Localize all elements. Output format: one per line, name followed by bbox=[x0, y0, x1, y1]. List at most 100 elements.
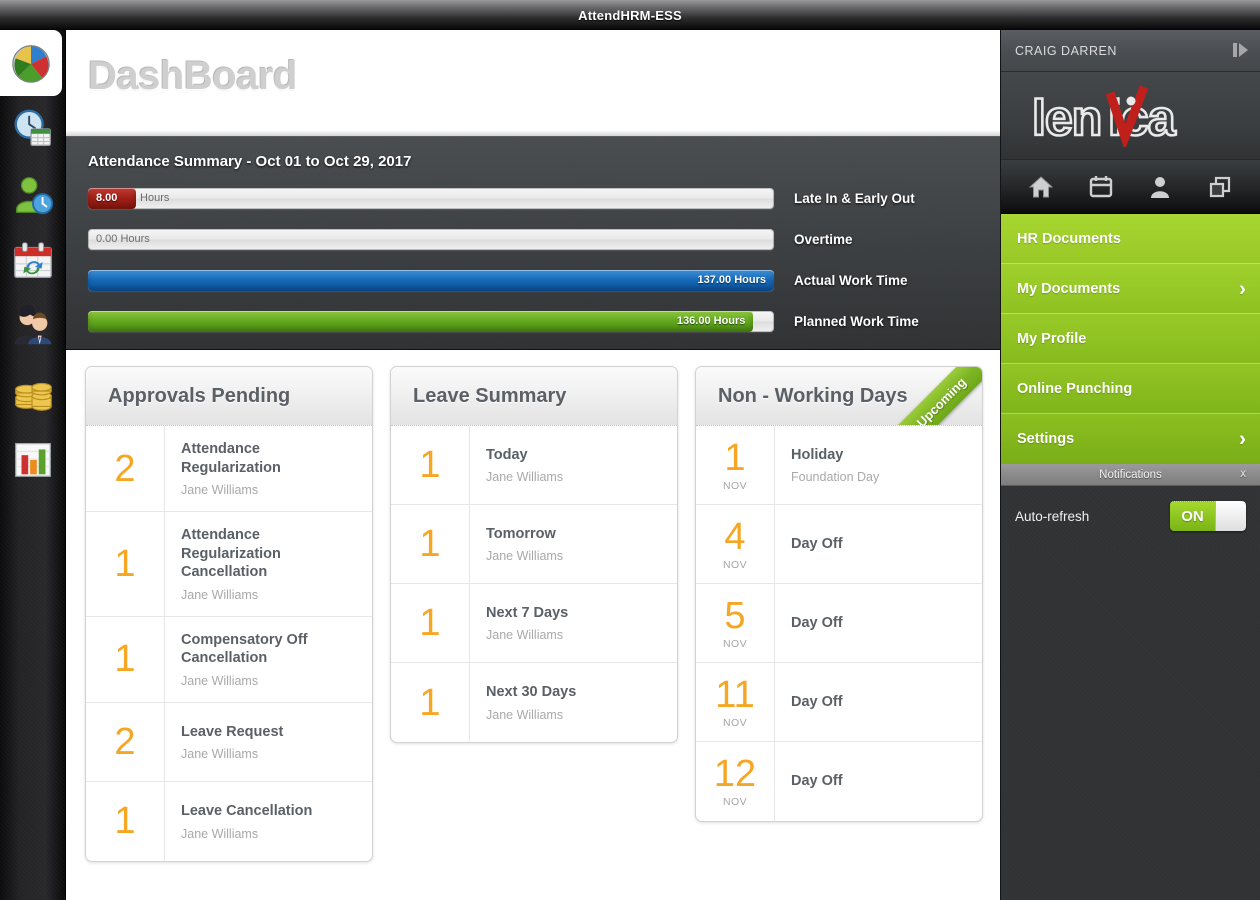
attendance-bar-row: 8.00 Hours Late In & Early Out bbox=[88, 186, 978, 210]
row-subtitle: Jane Williams bbox=[181, 747, 259, 762]
card-row[interactable]: 4 NOV Day Off bbox=[696, 505, 982, 584]
menu-item-settings[interactable]: Settings › bbox=[1001, 414, 1260, 464]
card-row[interactable]: 5 NOV Day Off bbox=[696, 584, 982, 663]
chevron-right-icon: › bbox=[1239, 427, 1246, 451]
card-row[interactable]: 1 Today Jane Williams bbox=[391, 426, 677, 505]
person-icon[interactable] bbox=[1145, 172, 1175, 202]
right-panel-menu: HR Documents My Documents › My Profile Onlin… bbox=[1001, 214, 1260, 464]
row-title: Day Off bbox=[791, 535, 843, 552]
window-titlebar: AttendHRM-ESS bbox=[0, 0, 1260, 30]
row-subtitle: Jane Williams bbox=[486, 707, 564, 722]
person-clock-icon bbox=[16, 177, 54, 215]
rail-item-employees[interactable] bbox=[0, 294, 66, 360]
row-count: 1 bbox=[419, 444, 441, 486]
home-icon[interactable] bbox=[1026, 172, 1056, 202]
row-count: 1 bbox=[724, 436, 746, 479]
attendance-bar-value-outside: Hours bbox=[140, 192, 170, 204]
notifications-header: Notifications x bbox=[1001, 464, 1260, 486]
rail-item-time-tracking[interactable] bbox=[0, 162, 66, 228]
card-row[interactable]: 1 Compensatory Off Cancellation Jane Willi… bbox=[86, 616, 372, 703]
row-subtitle: Jane Williams bbox=[181, 483, 259, 498]
row-month: NOV bbox=[723, 637, 747, 650]
row-count-cell: 1 bbox=[86, 616, 165, 702]
card-row[interactable]: 1 Next 30 Days Jane Williams bbox=[391, 663, 677, 742]
row-count-cell: 12 NOV bbox=[696, 742, 775, 821]
attendance-bar-row: 136.00 Hours Planned Work Time bbox=[88, 309, 978, 333]
row-count: 1 bbox=[419, 602, 441, 644]
row-count: 1 bbox=[114, 542, 136, 585]
windows-copy-icon[interactable] bbox=[1205, 172, 1235, 202]
row-count-cell: 1 NOV bbox=[696, 426, 775, 504]
calendar-icon[interactable] bbox=[1086, 172, 1116, 202]
row-body: Day Off bbox=[775, 584, 982, 662]
rail-item-dashboard[interactable] bbox=[0, 30, 62, 96]
row-subtitle: Jane Williams bbox=[181, 587, 259, 602]
card-leave-summary: Leave Summary 1 Today Jane Williams 1 Tomorro… bbox=[390, 366, 678, 743]
dashboard-pie-chart-icon bbox=[12, 45, 50, 83]
notifications-empty-area bbox=[1001, 546, 1260, 900]
dashboard-cards: Approvals Pending 2 Attendance Regularizat… bbox=[66, 350, 1000, 900]
rail-item-reports[interactable] bbox=[0, 426, 66, 492]
brand-text-part1: len bbox=[1032, 90, 1101, 146]
row-count-cell: 2 bbox=[86, 702, 165, 781]
row-title: Next 30 Days bbox=[486, 684, 577, 701]
attendance-bar-value-outside: 0.00 Hours bbox=[96, 233, 150, 245]
calendar-refresh-icon bbox=[14, 242, 52, 278]
card-title: Leave Summary bbox=[413, 384, 567, 407]
clock-calendar-icon bbox=[14, 109, 51, 146]
card-row[interactable]: 1 Next 7 Days Jane Williams bbox=[391, 584, 677, 663]
right-panel-icon-bar bbox=[1001, 160, 1260, 214]
attendance-bar-label: Planned Work Time bbox=[794, 313, 919, 329]
row-count: 11 bbox=[715, 673, 755, 716]
card-row[interactable]: 2 Leave Request Jane Williams bbox=[86, 702, 372, 782]
auto-refresh-toggle[interactable]: ON bbox=[1170, 501, 1246, 531]
close-icon[interactable]: x bbox=[1240, 468, 1246, 480]
menu-item-online-punching[interactable]: Online Punching bbox=[1001, 364, 1260, 414]
row-title: Day Off bbox=[791, 614, 843, 631]
toggle-knob[interactable] bbox=[1215, 501, 1246, 531]
lenvica-logo-icon: len ica bbox=[1030, 84, 1178, 147]
bar-chart-icon bbox=[15, 443, 51, 477]
card-row[interactable]: 1 Leave Cancellation Jane Williams bbox=[86, 781, 372, 861]
row-count: 12 bbox=[713, 753, 757, 795]
card-row[interactable]: 1 Attendance Regularization Cancellation J… bbox=[86, 512, 372, 617]
card-row[interactable]: 1 Tomorrow Jane Williams bbox=[391, 505, 677, 584]
menu-item-label: Settings bbox=[1017, 431, 1075, 447]
rail-item-payroll[interactable] bbox=[0, 360, 66, 426]
row-title: Compensatory Off Cancellation bbox=[181, 631, 308, 667]
card-row[interactable]: 1 NOV Holiday Foundation Day bbox=[696, 426, 982, 505]
auto-refresh-label: Auto-refresh bbox=[1015, 508, 1090, 524]
row-count: 2 bbox=[114, 447, 136, 490]
row-title: Leave Request bbox=[181, 723, 284, 740]
attendance-bar-value: 136.00 Hours bbox=[676, 315, 746, 327]
attendance-bar-row: 0.00 Hours Overtime bbox=[88, 227, 978, 251]
menu-item-label: HR Documents bbox=[1017, 230, 1121, 247]
row-title: Day Off bbox=[791, 773, 843, 790]
menu-item-label: My Profile bbox=[1017, 330, 1087, 347]
menu-item-label: Online Punching bbox=[1017, 380, 1133, 397]
attendance-summary-title: Attendance Summary - Oct 01 to Oct 29, 2… bbox=[88, 153, 412, 170]
card-title: Non - Working Days bbox=[718, 384, 908, 407]
card-row[interactable]: 11 NOV Day Off bbox=[696, 663, 982, 742]
menu-item-label: My Documents bbox=[1017, 280, 1121, 297]
menu-item-my-profile[interactable]: My Profile bbox=[1001, 314, 1260, 364]
card-row[interactable]: 2 Attendance Regularization Jane Williams bbox=[86, 426, 372, 513]
row-body: Leave Request Jane Williams bbox=[165, 703, 372, 781]
row-body: Attendance Regularization Cancellation Ja… bbox=[165, 512, 372, 616]
row-count-cell: 1 bbox=[391, 663, 470, 742]
menu-item-hr-documents[interactable]: HR Documents bbox=[1001, 214, 1260, 264]
rail-item-attendance[interactable] bbox=[0, 96, 66, 162]
toggle-state-label: ON bbox=[1170, 501, 1215, 531]
row-title: Next 7 Days bbox=[486, 604, 569, 621]
row-title: Day Off bbox=[791, 693, 843, 710]
row-subtitle: Jane Williams bbox=[181, 826, 259, 841]
collapse-panel-icon[interactable] bbox=[1233, 43, 1248, 57]
card-row[interactable]: 12 NOV Day Off bbox=[696, 742, 982, 821]
attendance-bar-track: 136.00 Hours bbox=[88, 310, 774, 332]
menu-item-my-documents[interactable]: My Documents › bbox=[1001, 264, 1260, 314]
row-month: NOV bbox=[723, 558, 747, 571]
row-body: Today Jane Williams bbox=[470, 426, 677, 504]
row-month: NOV bbox=[723, 796, 747, 808]
rail-item-leave[interactable] bbox=[0, 228, 66, 294]
row-count-cell: 4 NOV bbox=[696, 505, 775, 583]
